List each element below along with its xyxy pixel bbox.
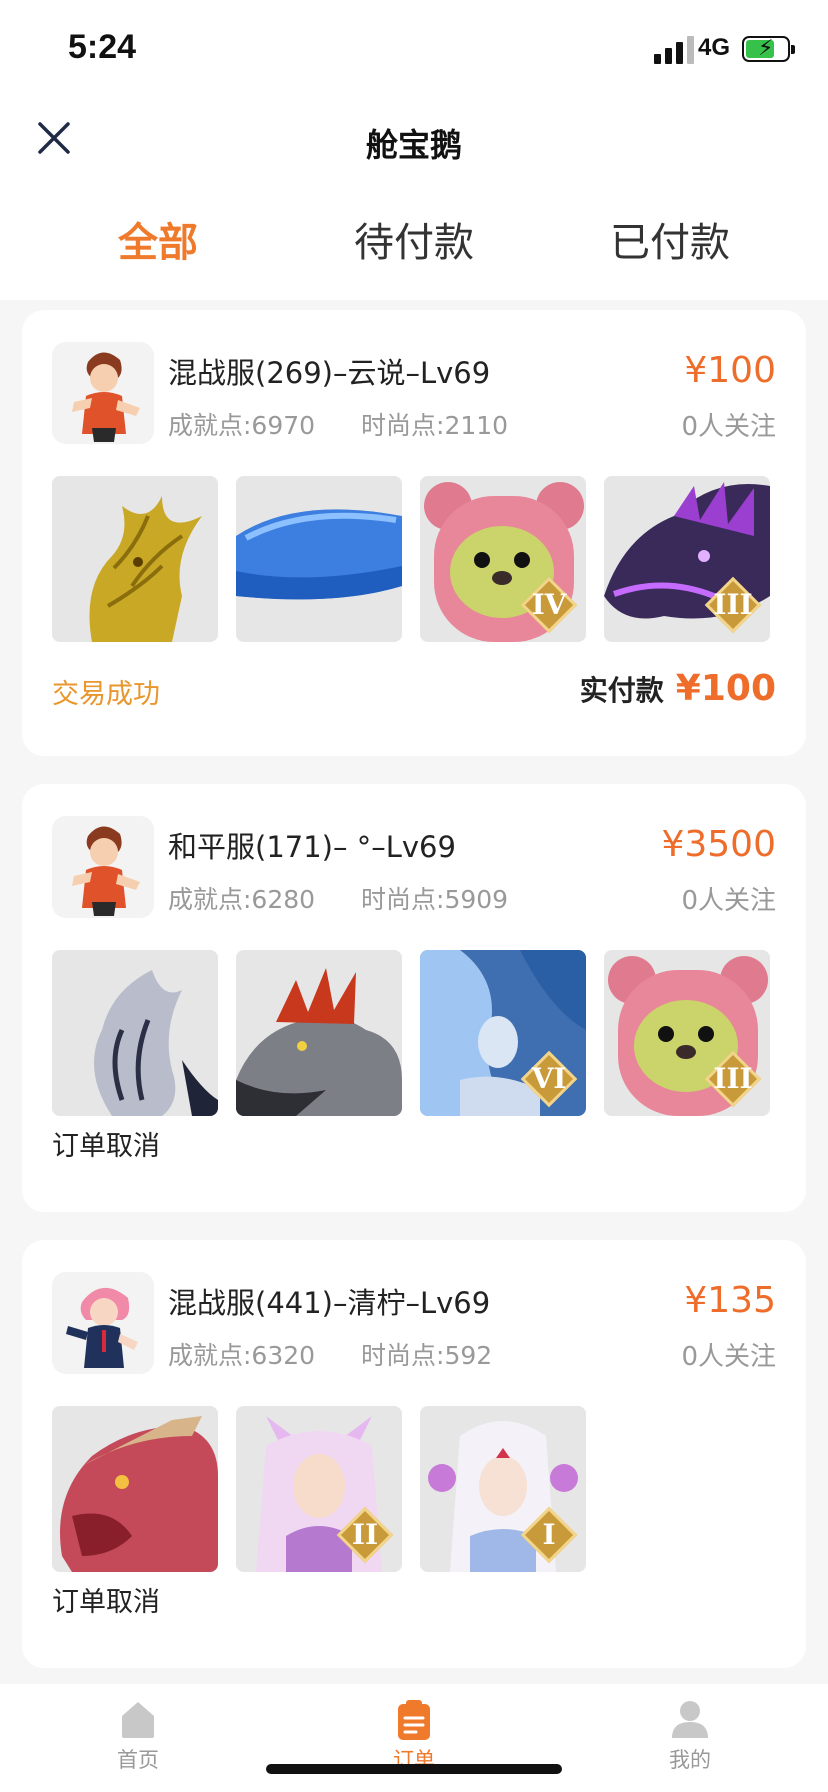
- avatar: [52, 1272, 154, 1374]
- fashion-points: 时尚点:2110: [361, 411, 509, 440]
- order-title: 混战服(441)–清柠–Lv69: [168, 1286, 491, 1320]
- paid-label: 实付款: [579, 674, 664, 707]
- tab-all[interactable]: 全部: [58, 210, 258, 268]
- paid-amount-row: 实付款 ¥100: [580, 668, 776, 709]
- order-status: 订单取消: [52, 1587, 160, 1618]
- item-thumbnails: IV III: [52, 476, 770, 642]
- fox-girl-icon[interactable]: II: [236, 1406, 402, 1572]
- follower-count: 0人关注: [681, 412, 776, 442]
- tier-badge: I: [520, 1506, 578, 1564]
- tabbar-label: 首页: [117, 1748, 159, 1772]
- order-stats: 成就点:6320 时尚点:592: [168, 1336, 492, 1372]
- order-card[interactable]: 和平服(171)– °–Lv69 成就点:6280 时尚点:5909 ¥3500 …: [22, 784, 806, 1212]
- fashion-points: 时尚点:5909: [361, 885, 509, 914]
- tier-badge: III: [704, 1050, 762, 1108]
- order-price: ¥100: [684, 350, 776, 391]
- follower-count: 0人关注: [681, 1342, 776, 1372]
- page-title: 舱宝鹅: [365, 126, 462, 164]
- order-status: 交易成功: [52, 679, 160, 710]
- achievement-points: 成就点:6970: [168, 411, 316, 440]
- tabbar-item-home[interactable]: 首页: [78, 1698, 198, 1774]
- tabbar-item-profile[interactable]: 我的: [630, 1698, 750, 1774]
- paid-amount: ¥100: [675, 668, 776, 709]
- avatar: [52, 342, 154, 444]
- order-status: 订单取消: [52, 1131, 160, 1162]
- tabbar-item-orders[interactable]: 订单: [354, 1698, 474, 1774]
- purple-dragon-icon[interactable]: III: [604, 476, 770, 642]
- order-price: ¥135: [684, 1280, 776, 1321]
- battery-icon: ⚡: [742, 36, 795, 62]
- order-stats: 成就点:6280 时尚点:5909: [168, 880, 508, 916]
- nav-bar: 舱宝鹅: [0, 100, 828, 180]
- tab-paid[interactable]: 已付款: [570, 210, 770, 268]
- ice-maiden-icon[interactable]: VI: [420, 950, 586, 1116]
- order-title: 混战服(269)–云说–Lv69: [168, 356, 491, 390]
- tier-badge: II: [336, 1506, 394, 1564]
- home-icon: [116, 1698, 160, 1742]
- item-thumbnails: VI III: [52, 950, 770, 1116]
- signal-icon: [654, 36, 694, 64]
- achievement-points: 成就点:6280: [168, 885, 316, 914]
- order-stats: 成就点:6970 时尚点:2110: [168, 406, 508, 442]
- red-dragon-icon[interactable]: [52, 1406, 218, 1572]
- achievement-points: 成就点:6320: [168, 1341, 316, 1370]
- home-indicator: [266, 1764, 562, 1774]
- status-time: 5:24: [68, 28, 137, 66]
- order-icon: [392, 1698, 436, 1742]
- tab-pending-payment[interactable]: 待付款: [314, 210, 514, 268]
- order-tabs: 全部 待付款 已付款: [0, 200, 828, 280]
- order-title: 和平服(171)– °–Lv69: [168, 830, 456, 864]
- silver-dragon-icon[interactable]: [52, 950, 218, 1116]
- pink-bear-icon[interactable]: III: [604, 950, 770, 1116]
- white-hair-girl-icon[interactable]: I: [420, 1406, 586, 1572]
- red-crest-dragon-icon[interactable]: [236, 950, 402, 1116]
- tier-badge: VI: [520, 1050, 578, 1108]
- fashion-points: 时尚点:592: [361, 1341, 493, 1370]
- profile-icon: [668, 1698, 712, 1742]
- network-type: 4G: [698, 34, 731, 61]
- follower-count: 0人关注: [681, 886, 776, 916]
- item-thumbnails: II I: [52, 1406, 586, 1572]
- avatar: [52, 816, 154, 918]
- bottom-tab-bar: 首页 订单 我的: [0, 1684, 828, 1792]
- order-card[interactable]: 混战服(441)–清柠–Lv69 成就点:6320 时尚点:592 ¥135 0人…: [22, 1240, 806, 1668]
- tier-badge: III: [704, 576, 762, 634]
- pink-bear-icon[interactable]: IV: [420, 476, 586, 642]
- order-price: ¥3500: [661, 824, 776, 865]
- blue-whale-icon[interactable]: [236, 476, 402, 642]
- tabbar-label: 我的: [669, 1748, 711, 1772]
- golden-dragon-icon[interactable]: [52, 476, 218, 642]
- order-card[interactable]: 混战服(269)–云说–Lv69 成就点:6970 时尚点:2110 ¥100 0…: [22, 310, 806, 756]
- status-bar: 5:24 4G ⚡: [0, 0, 828, 100]
- tier-badge: IV: [520, 576, 578, 634]
